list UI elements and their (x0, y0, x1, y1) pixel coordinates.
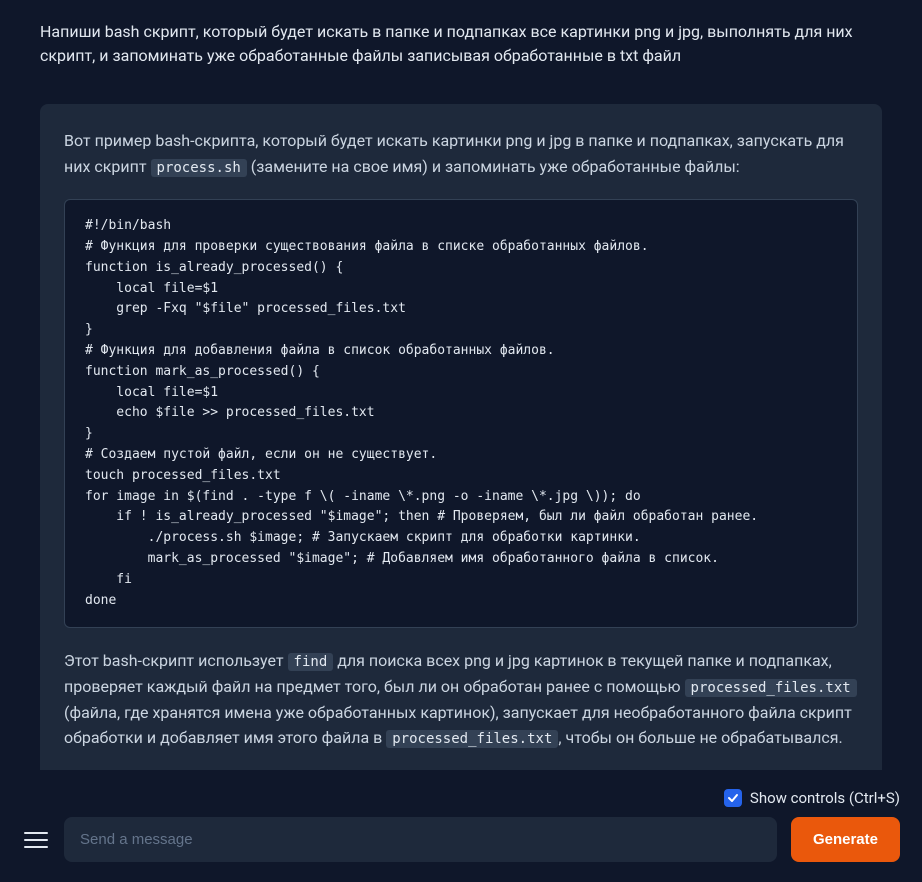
assistant-message: Вот пример bash-скрипта, который будет и… (40, 104, 882, 770)
explanation-text-1: Этот bash-скрипт использует (64, 651, 288, 670)
hamburger-icon (24, 832, 48, 834)
assistant-intro-text-2: (замените на свое имя) и запоминать уже … (247, 157, 740, 176)
checkmark-icon (727, 792, 739, 804)
explanation-text-4: , чтобы он больше не обрабатывался. (558, 728, 842, 747)
footer-section: Show controls (Ctrl+S) Generate (0, 775, 922, 882)
inline-code-process: process.sh (151, 159, 247, 177)
code-block-bash[interactable]: #!/bin/bash # Функция для проверки сущес… (64, 199, 858, 628)
show-controls-label: Show controls (Ctrl+S) (750, 789, 900, 807)
message-input[interactable] (64, 817, 777, 862)
controls-row: Show controls (Ctrl+S) (22, 789, 900, 807)
inline-code-processed-2: processed_files.txt (386, 730, 558, 748)
hamburger-icon (24, 839, 48, 841)
assistant-intro: Вот пример bash-скрипта, который будет и… (64, 128, 858, 179)
menu-button[interactable] (22, 826, 50, 854)
inline-code-processed-1: processed_files.txt (685, 679, 857, 697)
inline-code-find: find (288, 653, 334, 671)
assistant-explanation: Этот bash-скрипт использует find для пои… (64, 648, 858, 750)
generate-button[interactable]: Generate (791, 817, 900, 862)
hamburger-icon (24, 846, 48, 848)
chat-container: Напиши bash скрипт, который будет искать… (0, 0, 922, 770)
show-controls-checkbox[interactable] (724, 789, 742, 807)
input-row: Generate (22, 817, 900, 862)
user-message: Напиши bash скрипт, который будет искать… (40, 20, 882, 68)
user-message-text: Напиши bash скрипт, который будет искать… (40, 22, 853, 65)
